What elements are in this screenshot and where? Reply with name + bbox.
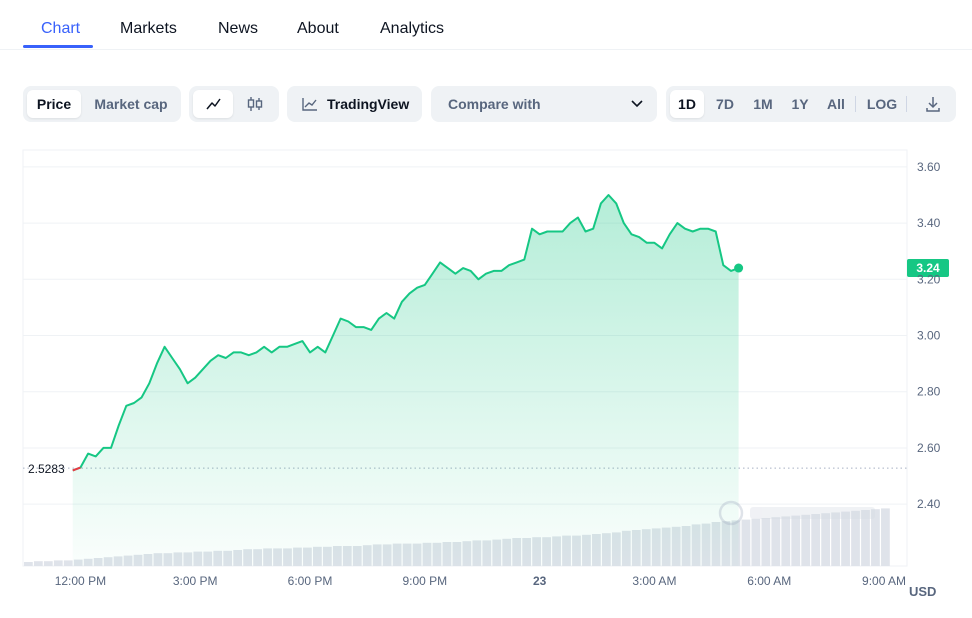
- tradingview-label: TradingView: [327, 96, 410, 112]
- last-price-dot: [734, 263, 744, 273]
- tradingview-icon: [302, 98, 317, 111]
- x-tick-label: 6:00 PM: [288, 574, 333, 588]
- candlestick-button[interactable]: [235, 90, 275, 118]
- active-tab-indicator: [23, 45, 93, 48]
- volume-bar: [881, 508, 890, 566]
- volume-bar: [43, 561, 53, 566]
- divider: [906, 96, 907, 112]
- range-selector: 1D 7D 1M 1Y All LOG: [666, 86, 956, 122]
- candlestick-icon: [247, 97, 263, 111]
- chevron-down-icon: [631, 100, 643, 108]
- volume-bar: [741, 519, 751, 566]
- range-1d[interactable]: 1D: [670, 90, 704, 118]
- volume-bar: [771, 517, 781, 566]
- chart-type-toggle: [189, 86, 279, 122]
- x-tick-label: 3:00 AM: [632, 574, 676, 588]
- tab-chart[interactable]: Chart: [41, 20, 80, 38]
- metric-toggle: Price Market cap: [23, 86, 181, 122]
- y-tick-label: 3.00: [917, 329, 941, 343]
- tab-about[interactable]: About: [297, 20, 339, 38]
- compare-select[interactable]: Compare with: [431, 86, 657, 122]
- market-cap-button[interactable]: Market cap: [86, 90, 176, 118]
- tab-news[interactable]: News: [218, 20, 258, 38]
- volume-bar: [791, 515, 801, 566]
- tab-markets[interactable]: Markets: [120, 20, 177, 38]
- range-1y[interactable]: 1Y: [783, 90, 817, 118]
- currency-label: USD: [909, 584, 936, 599]
- x-tick-label: 6:00 AM: [747, 574, 791, 588]
- range-7d[interactable]: 7D: [708, 90, 742, 118]
- y-tick-label: 2.80: [917, 385, 941, 399]
- compare-label: Compare with: [448, 96, 541, 112]
- volume-bar: [751, 518, 761, 566]
- log-scale-button[interactable]: LOG: [862, 90, 902, 118]
- range-1m[interactable]: 1M: [746, 90, 780, 118]
- open-price-label: 2.5283: [28, 462, 65, 476]
- volume-bar: [841, 511, 850, 566]
- volume-bar: [761, 518, 771, 566]
- download-icon: [926, 97, 940, 112]
- range-all[interactable]: All: [819, 90, 853, 118]
- x-tick-label: 12:00 PM: [55, 574, 106, 588]
- tab-analytics[interactable]: Analytics: [380, 20, 444, 38]
- volume-bar: [53, 560, 63, 566]
- x-tick-label: 23: [533, 574, 547, 588]
- volume-bar: [24, 562, 33, 566]
- divider: [855, 96, 856, 112]
- volume-bar: [831, 512, 840, 566]
- volume-bar: [811, 514, 821, 566]
- x-tick-label: 3:00 PM: [173, 574, 218, 588]
- price-area-fill: [72, 195, 739, 566]
- y-tick-label: 2.40: [917, 497, 941, 511]
- download-button[interactable]: [916, 90, 950, 118]
- price-button[interactable]: Price: [27, 90, 81, 118]
- volume-bar: [63, 560, 73, 566]
- line-chart-button[interactable]: [193, 90, 233, 118]
- y-tick-label: 3.40: [917, 216, 941, 230]
- volume-bar: [33, 561, 43, 566]
- x-tick-label: 9:00 PM: [402, 574, 447, 588]
- x-tick-label: 9:00 AM: [862, 574, 906, 588]
- y-tick-label: 3.20: [917, 272, 941, 286]
- y-tick-label: 2.60: [917, 441, 941, 455]
- y-tick-label: 3.60: [917, 160, 941, 174]
- volume-bar: [821, 513, 831, 566]
- volume-bar: [801, 514, 811, 566]
- volume-bar: [851, 510, 860, 566]
- line-chart-icon: [206, 98, 221, 110]
- price-chart[interactable]: 2.52833.24 12:00 PM 3:00 PM 6:00 PM 9:00 PM…: [0, 140, 972, 610]
- tab-bar: Chart Markets News About Analytics: [0, 0, 972, 50]
- volume-bar: [781, 516, 791, 566]
- tradingview-button[interactable]: TradingView: [287, 86, 422, 122]
